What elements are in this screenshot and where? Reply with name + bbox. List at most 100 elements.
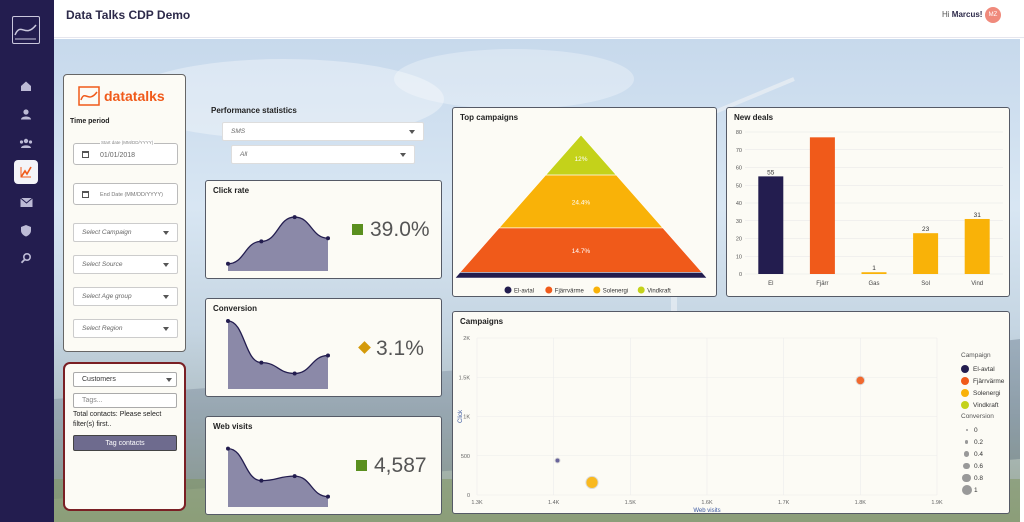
- sidebar: [0, 0, 54, 522]
- bar-value-label: 1: [872, 265, 876, 272]
- person-icon: [21, 109, 31, 120]
- legend-label: Fjärrvärme: [973, 377, 1005, 385]
- source-select[interactable]: Select Source: [73, 255, 178, 274]
- sparkline-point: [326, 236, 330, 241]
- size-legend-label: 0: [974, 426, 978, 434]
- y-tick-label: 60: [736, 166, 742, 172]
- sparkline-point: [326, 494, 330, 499]
- y-tick-label: 1K: [463, 415, 470, 421]
- legend-swatch-icon: [961, 377, 969, 385]
- legend-item[interactable]: Fjärrvärme: [961, 375, 1004, 387]
- pyramid-level-label: 12%: [574, 156, 587, 163]
- nav-campaigns[interactable]: [14, 190, 38, 214]
- nav-home[interactable]: [14, 74, 38, 98]
- size-swatch-icon: [961, 485, 972, 495]
- legend-swatch-icon: [504, 286, 512, 294]
- customers-select-text: Customers: [82, 376, 116, 383]
- channel-select[interactable]: SMS: [222, 122, 424, 141]
- channel-select-text: SMS: [231, 128, 246, 135]
- campaigns-card: Campaigns 0 500 1K 1.5K 2K 1.3K 1.4K 1.5K 1.6K 1.…: [452, 311, 1010, 514]
- legend-swatch-icon: [961, 365, 969, 373]
- calendar-icon: [82, 151, 89, 158]
- sparkline-point: [259, 239, 264, 244]
- start-date-label: Start date (MM/DD/YYYY): [100, 140, 155, 145]
- legend-label: Solenergi: [603, 289, 628, 295]
- x-tick-label: 1.4K: [548, 500, 560, 506]
- bar: [964, 218, 990, 274]
- bar: [758, 176, 784, 274]
- click-rate-card: Click rate 39.0%: [205, 180, 442, 279]
- y-tick-label: 0: [739, 272, 742, 278]
- conversion-sparkline: [226, 319, 330, 389]
- mail-icon: [19, 197, 33, 207]
- nav-profile[interactable]: [14, 102, 38, 126]
- y-tick-label: 10: [736, 254, 742, 260]
- campaign-legend: El-avtal Fjärrvärme Solenergi Vindkraft: [961, 363, 1004, 411]
- new-deals-chart: 0 10 20 30 40 50 60 70 80 55 El Fjärr 1 Gas 23 Sol 31 Vin…: [736, 130, 1003, 287]
- end-date-field[interactable]: End Date (MM/DD/YYYY): [73, 183, 178, 205]
- time-period-label: Time period: [70, 118, 110, 125]
- home-icon: [21, 81, 31, 91]
- app-logo-icon[interactable]: [12, 16, 40, 44]
- legend-label: Vindkraft: [973, 401, 999, 409]
- nav-audience[interactable]: [14, 131, 38, 155]
- conversion-value: 3.1%: [376, 337, 424, 360]
- chevron-down-icon: [163, 230, 169, 235]
- region-select[interactable]: Select Region: [73, 319, 178, 338]
- nav-search[interactable]: [14, 246, 38, 270]
- legend-item[interactable]: El-avtal: [961, 363, 1004, 375]
- x-tick-label: 1.5K: [625, 500, 637, 506]
- chevron-down-icon: [163, 326, 169, 331]
- chevron-down-icon: [409, 129, 415, 134]
- legend-label: Solenergi: [973, 389, 1001, 397]
- y-tick-label: 70: [736, 148, 742, 154]
- bar: [913, 233, 939, 274]
- top-campaigns-pyramid: 12% 24.4% 14.7% El-avtal Fjärrvärme Solenergi…: [454, 134, 708, 295]
- bar-value-label: 55: [767, 169, 775, 176]
- scatter-point[interactable]: [554, 457, 561, 464]
- y-tick-label: 40: [736, 201, 742, 207]
- size-legend-label: 0.2: [974, 438, 984, 446]
- sparkline-point: [292, 215, 297, 220]
- size-swatch-icon: [965, 429, 968, 431]
- tag-contacts-panel: Customers Tags... Total contacts: Please…: [63, 362, 186, 511]
- y-tick-label: 0: [467, 493, 470, 499]
- sparkline-point: [259, 360, 264, 365]
- x-tick-label: 1.8K: [855, 500, 867, 506]
- legend-label: Vindkraft: [647, 289, 671, 295]
- x-tick-label: Gas: [868, 281, 879, 287]
- avatar[interactable]: MZ: [985, 7, 1001, 23]
- scatter-point[interactable]: [585, 475, 599, 490]
- calendar-icon: [82, 191, 89, 198]
- x-tick-label: 1.6K: [701, 500, 713, 506]
- scatter-point[interactable]: [855, 375, 866, 386]
- nav-analytics[interactable]: [14, 160, 38, 184]
- x-axis-label: Web visits: [693, 508, 720, 513]
- tags-input[interactable]: Tags...: [73, 393, 177, 408]
- start-date-field[interactable]: Start date (MM/DD/YYYY) 01/01/2018: [73, 140, 178, 165]
- customers-select[interactable]: Customers: [73, 372, 177, 387]
- sparkline-area: [228, 321, 328, 389]
- web-visits-sparkline: [226, 446, 330, 507]
- size-swatch-icon: [963, 462, 970, 470]
- sparkline-point: [226, 319, 230, 323]
- pyramid-level-label: 14.7%: [572, 248, 591, 255]
- new-deals-card: New deals 0 10 20 30 40 50 60 70 80 55 El Fjärr 1 Gas…: [726, 107, 1010, 297]
- legend-item[interactable]: Solenergi: [961, 387, 1004, 399]
- y-tick-label: 2K: [463, 336, 470, 342]
- legend-item[interactable]: Vindkraft: [961, 399, 1004, 411]
- user-greeting: Hi Marcus!: [942, 10, 982, 19]
- nav-privacy[interactable]: [14, 218, 38, 242]
- period-select-text: All: [240, 151, 248, 158]
- chart-icon: [20, 166, 32, 178]
- period-select[interactable]: All: [231, 145, 415, 164]
- x-tick-label: 1.7K: [778, 500, 790, 506]
- performance-title: Performance statistics: [211, 106, 297, 115]
- tag-contacts-button[interactable]: Tag contacts: [73, 435, 177, 451]
- age-group-select[interactable]: Select Age group: [73, 287, 178, 306]
- x-tick-label: Vind: [971, 281, 983, 287]
- campaign-select[interactable]: Select Campaign: [73, 223, 178, 242]
- y-tick-label: 20: [736, 237, 742, 243]
- click-rate-sparkline: [226, 215, 330, 271]
- x-tick-label: 1.3K: [471, 500, 483, 506]
